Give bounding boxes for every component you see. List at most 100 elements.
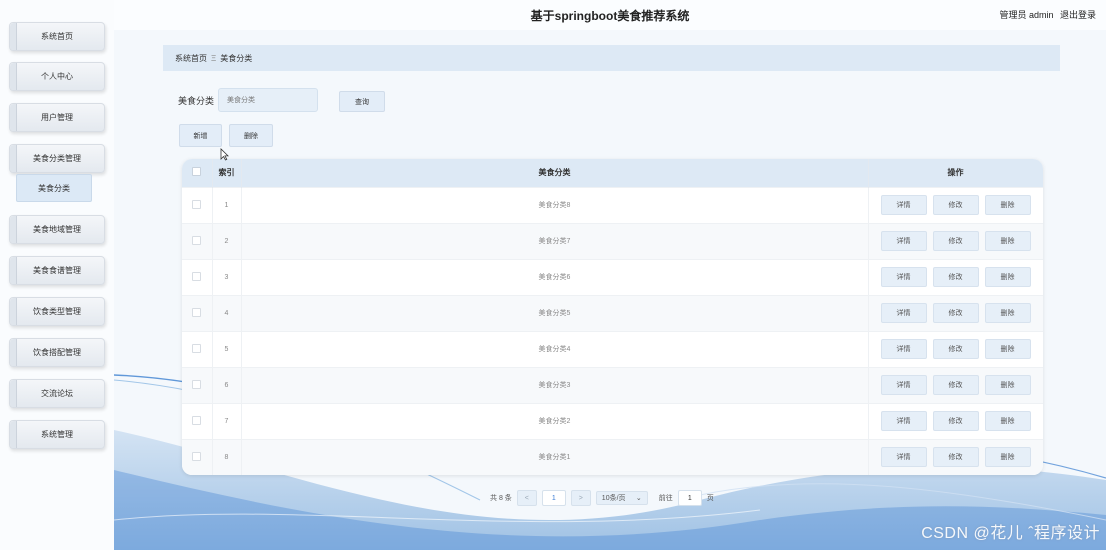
sidebar-item-users[interactable]: 用户管理 <box>9 103 105 132</box>
row-select-cell <box>182 187 213 223</box>
pagination-total: 共 8 条 <box>490 495 512 502</box>
row-category: 美食分类3 <box>241 367 869 403</box>
logout-link[interactable]: 退出登录 <box>1060 10 1096 20</box>
edit-button[interactable]: 修改 <box>932 231 979 251</box>
row-checkbox[interactable] <box>192 307 202 317</box>
row-checkbox[interactable] <box>192 271 202 281</box>
sidebar-item-recipe-mgmt[interactable]: 美食食谱管理 <box>9 256 105 285</box>
sidebar-item-system-mgmt[interactable]: 系统管理 <box>9 420 105 449</box>
page-size-select[interactable]: 10条/页 ⌄ <box>595 491 648 505</box>
sidebar-subitem-label: 美食分类 <box>38 183 70 193</box>
table-row: 2 美食分类7 详情 修改 删除 <box>182 223 1043 259</box>
row-delete-button[interactable]: 删除 <box>984 231 1031 251</box>
search-input[interactable] <box>218 88 319 112</box>
row-index: 2 <box>212 223 242 259</box>
row-delete-button[interactable]: 删除 <box>984 447 1031 468</box>
detail-button[interactable]: 详情 <box>880 303 927 323</box>
sidebar-item-label: 饮食搭配管理 <box>33 348 81 357</box>
table-body: 1 美食分类8 详情 修改 删除 2 美食分类7 详情 修改 删除 3 美食分类6 详情 修改 删除 4 美食分… <box>182 187 1043 475</box>
row-index: 4 <box>212 295 242 331</box>
detail-button[interactable]: 详情 <box>880 267 927 287</box>
sidebar-item-label: 美食地域管理 <box>33 225 81 234</box>
search-label: 美食分类 <box>178 95 215 106</box>
sidebar: 系统首页 个人中心 用户管理 美食分类管理 美食分类 美食地域管理 美食食谱管理… <box>0 0 114 550</box>
row-delete-button[interactable]: 删除 <box>984 267 1031 287</box>
row-category: 美食分类4 <box>241 331 869 367</box>
top-header: 基于springboot美食推荐系统 管理员 admin 退出登录 <box>114 0 1106 30</box>
edit-button[interactable]: 修改 <box>932 447 979 468</box>
row-select-cell <box>182 439 213 475</box>
sidebar-item-label: 交流论坛 <box>41 389 73 398</box>
row-select-cell <box>182 367 213 403</box>
row-actions: 详情 修改 删除 <box>868 259 1043 295</box>
next-page-button[interactable]: > <box>570 490 591 506</box>
sidebar-item-food-category-mgmt[interactable]: 美食分类管理 <box>9 144 105 173</box>
table-row: 3 美食分类6 详情 修改 删除 <box>182 259 1043 295</box>
row-checkbox[interactable] <box>192 235 202 245</box>
query-button[interactable]: 查询 <box>339 91 385 112</box>
sidebar-item-label: 美食分类管理 <box>33 154 81 163</box>
row-delete-button[interactable]: 删除 <box>984 195 1031 215</box>
row-select-cell <box>182 223 213 259</box>
user-area: 管理员 admin 退出登录 <box>999 8 1096 21</box>
row-delete-button[interactable]: 删除 <box>984 411 1031 431</box>
row-delete-button[interactable]: 删除 <box>984 375 1031 395</box>
table-row: 6 美食分类3 详情 修改 删除 <box>182 367 1043 403</box>
sidebar-subitem-food-category[interactable]: 美食分类 <box>16 174 92 202</box>
pagination: 共 8 条 < 1 > 10条/页 ⌄ 前往 1 页 <box>490 490 714 506</box>
sidebar-item-diet-pairing-mgmt[interactable]: 饮食搭配管理 <box>9 338 105 367</box>
row-category: 美食分类2 <box>241 403 869 439</box>
row-delete-button[interactable]: 删除 <box>984 303 1031 323</box>
row-actions: 详情 修改 删除 <box>868 403 1043 439</box>
detail-button[interactable]: 详情 <box>880 411 927 431</box>
page-size-value: 10条/页 <box>601 495 626 502</box>
row-actions: 详情 修改 删除 <box>868 439 1043 475</box>
chevron-down-icon: ⌄ <box>635 495 642 502</box>
row-checkbox[interactable] <box>192 451 202 461</box>
detail-button[interactable]: 详情 <box>880 375 927 395</box>
detail-button[interactable]: 详情 <box>880 231 927 251</box>
edit-button[interactable]: 修改 <box>932 303 979 323</box>
data-table: 索引 美食分类 操作 1 美食分类8 详情 修改 删除 2 美食分类7 详情 修改 删除 3 美食分类… <box>182 159 1043 475</box>
column-header-actions: 操作 <box>868 159 1043 187</box>
edit-button[interactable]: 修改 <box>932 411 979 431</box>
breadcrumb: 系统首页 Ξ 美食分类 <box>163 45 1060 71</box>
row-category: 美食分类1 <box>241 439 869 475</box>
sidebar-item-label: 个人中心 <box>41 72 73 81</box>
row-select-cell <box>182 295 213 331</box>
row-index: 3 <box>212 259 242 295</box>
detail-button[interactable]: 详情 <box>880 195 927 215</box>
row-checkbox[interactable] <box>192 199 202 209</box>
add-button[interactable]: 新增 <box>179 124 222 147</box>
page-unit: 页 <box>706 495 714 502</box>
detail-button[interactable]: 详情 <box>880 447 927 468</box>
sidebar-item-diet-type-mgmt[interactable]: 饮食类型管理 <box>9 297 105 326</box>
sidebar-item-profile[interactable]: 个人中心 <box>9 62 105 91</box>
edit-button[interactable]: 修改 <box>932 195 979 215</box>
mouse-cursor-icon <box>220 148 229 161</box>
prev-page-button[interactable]: < <box>516 490 537 506</box>
sidebar-item-forum[interactable]: 交流论坛 <box>9 379 105 408</box>
breadcrumb-current: 美食分类 <box>220 53 253 63</box>
row-index: 7 <box>212 403 242 439</box>
detail-button[interactable]: 详情 <box>880 339 927 359</box>
batch-delete-button[interactable]: 删除 <box>229 124 273 147</box>
row-delete-button[interactable]: 删除 <box>984 339 1031 359</box>
row-index: 5 <box>212 331 242 367</box>
row-checkbox[interactable] <box>192 343 202 353</box>
edit-button[interactable]: 修改 <box>932 339 979 359</box>
sidebar-item-home[interactable]: 系统首页 <box>9 22 105 51</box>
table-row: 5 美食分类4 详情 修改 删除 <box>182 331 1043 367</box>
row-actions: 详情 修改 删除 <box>868 331 1043 367</box>
select-all-checkbox[interactable] <box>192 167 202 177</box>
sidebar-item-label: 饮食类型管理 <box>33 307 81 316</box>
current-page-button[interactable]: 1 <box>541 490 566 506</box>
row-checkbox[interactable] <box>192 415 202 425</box>
row-checkbox[interactable] <box>192 379 202 389</box>
edit-button[interactable]: 修改 <box>932 375 979 395</box>
row-actions: 详情 修改 删除 <box>868 223 1043 259</box>
sidebar-item-food-region-mgmt[interactable]: 美食地域管理 <box>9 215 105 244</box>
breadcrumb-home[interactable]: 系统首页 <box>175 53 207 64</box>
edit-button[interactable]: 修改 <box>932 267 979 287</box>
goto-page-input[interactable]: 1 <box>677 490 702 506</box>
